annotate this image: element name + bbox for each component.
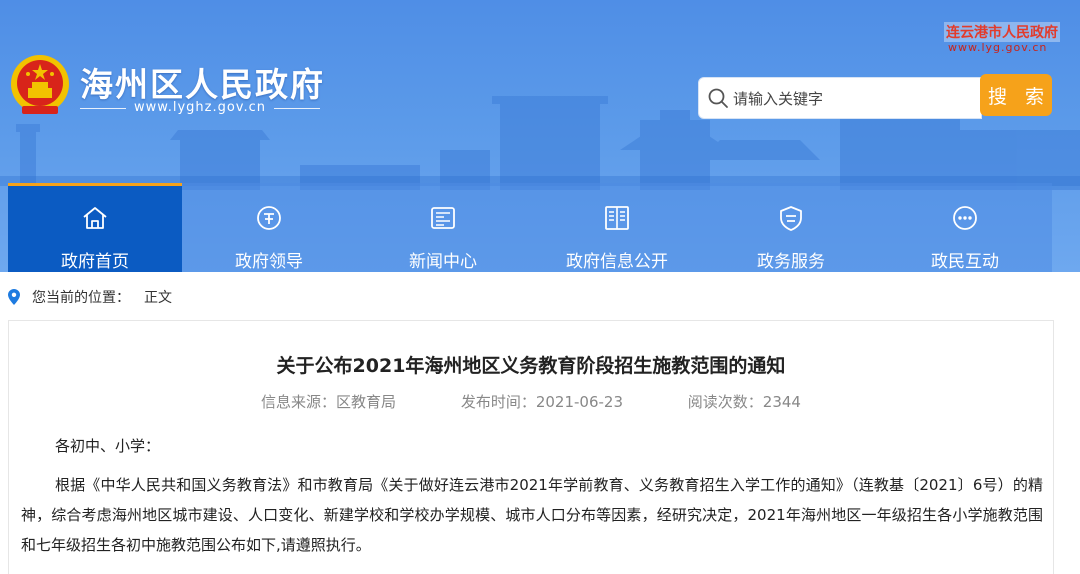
breadcrumb-current[interactable]: 正文 xyxy=(144,287,172,307)
nav-item-label: 政民互动 xyxy=(931,252,999,272)
search-input[interactable] xyxy=(733,86,973,112)
search-icon xyxy=(708,88,728,108)
leader-icon xyxy=(257,206,281,230)
breadcrumb-prefix: 您当前的位置： xyxy=(32,290,130,306)
article-paragraph: 根据《中华人民共和国义务教育法》和市教育局《关于做好连云港市2021年学前教育、… xyxy=(21,476,1043,554)
nav-item-label: 政府信息公开 xyxy=(566,252,668,272)
nav-item-leaders[interactable]: 政府领导 xyxy=(182,183,356,272)
nav-item-home[interactable]: 政府首页 xyxy=(8,183,182,272)
nav-item-news[interactable]: 新闻中心 xyxy=(356,183,530,272)
site-url-block: www.lyghz.gov.cn xyxy=(80,100,320,116)
search-button[interactable]: 搜 索 xyxy=(980,74,1052,116)
news-icon xyxy=(431,207,455,229)
article-body: 各初中、小学： 根据《中华人民共和国义务教育法》和市教育局《关于做好连云港市20… xyxy=(21,431,1043,560)
site-title: 海州区人民政府 xyxy=(80,65,325,104)
chat-icon xyxy=(953,206,977,230)
nav-item-info-open[interactable]: 政府信息公开 xyxy=(530,183,704,272)
national-emblem-icon xyxy=(11,55,69,114)
article-title: 关于公布2021年海州地区义务教育阶段招生施教范围的通知 xyxy=(276,355,786,377)
article-panel: 关于公布2021年海州地区义务教育阶段招生施教范围的通知 信息来源：区教育局 发… xyxy=(8,320,1054,574)
search-box xyxy=(698,77,982,119)
home-icon xyxy=(83,207,107,229)
url-divider-right xyxy=(274,108,320,109)
article-source: 信息来源：区教育局 xyxy=(261,393,397,411)
location-pin-icon xyxy=(8,289,20,305)
site-header: 海州区人民政府 www.lyghz.gov.cn 连云港市人民政府 www.ly… xyxy=(0,0,1080,272)
nav-item-services[interactable]: 政务服务 xyxy=(704,183,878,272)
article-greeting: 各初中、小学： xyxy=(55,437,161,455)
city-government-name: 连云港市人民政府 xyxy=(944,22,1060,42)
article-date: 发布时间：2021-06-23 xyxy=(460,393,623,411)
nav-item-label: 政务服务 xyxy=(757,252,825,272)
main-nav: 政府首页 政府领导 新闻中心 政府信息公开 政务服务 政民互动 xyxy=(8,183,1052,272)
nav-item-label: 政府首页 xyxy=(61,252,129,272)
article-meta: 信息来源：区教育局 发布时间：2021-06-23 阅读次数：2344 xyxy=(9,391,1053,412)
nav-item-interaction[interactable]: 政民互动 xyxy=(878,183,1052,272)
nav-item-label: 新闻中心 xyxy=(409,252,477,272)
nav-item-label: 政府领导 xyxy=(235,252,303,272)
breadcrumb: 您当前的位置： 正文 xyxy=(8,286,172,308)
service-shield-icon xyxy=(780,206,802,231)
info-open-icon xyxy=(605,206,629,230)
city-government-link[interactable]: 连云港市人民政府 www.lyg.gov.cn xyxy=(944,22,1060,58)
article-views: 阅读次数：2344 xyxy=(687,393,801,411)
city-government-url: www.lyg.gov.cn xyxy=(948,41,1048,54)
